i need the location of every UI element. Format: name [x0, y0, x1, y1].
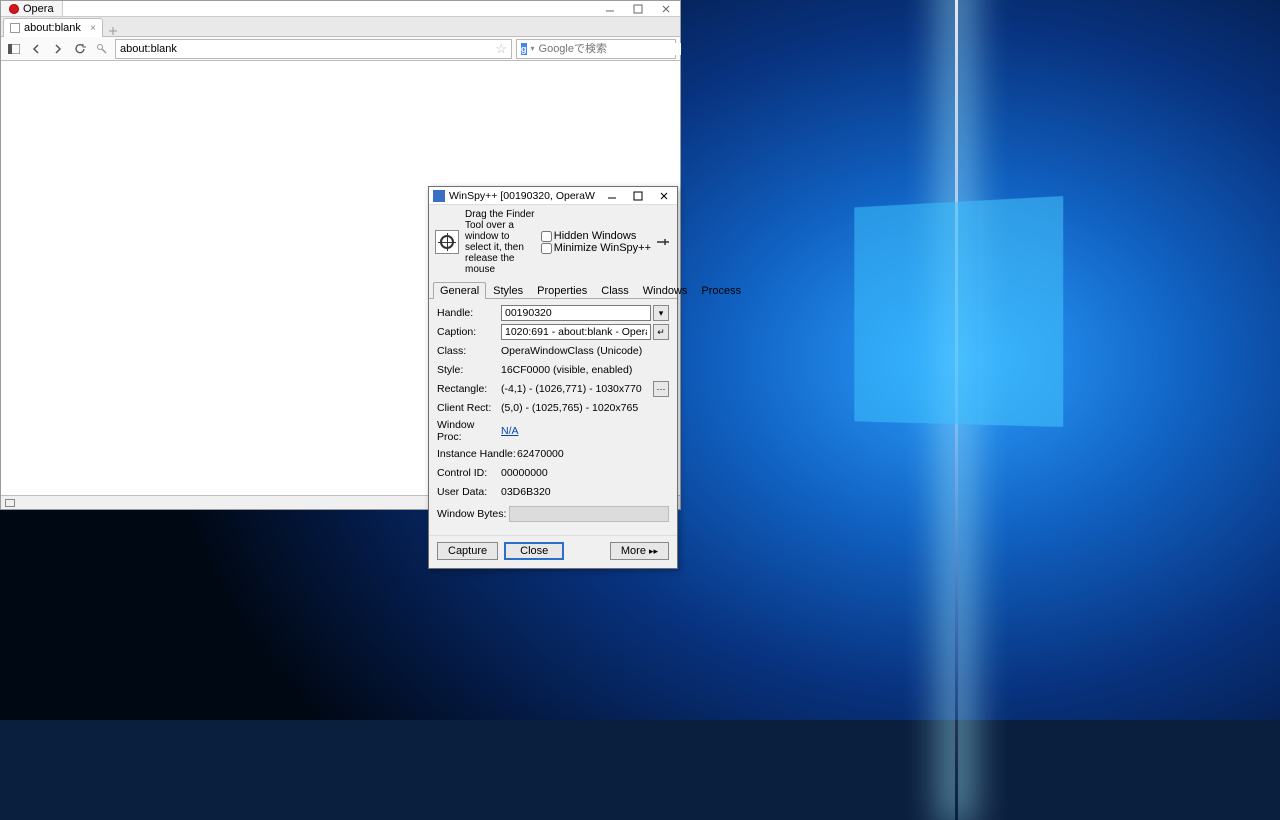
hidden-windows-checkbox[interactable]: Hidden Windows: [541, 230, 651, 242]
input-handle[interactable]: [501, 305, 651, 321]
winspy-app-icon: [433, 190, 445, 202]
bookmark-star-icon[interactable]: ☆: [495, 41, 507, 57]
minimize-button[interactable]: [596, 1, 624, 16]
new-tab-button[interactable]: [103, 26, 123, 36]
label-clientrect: Client Rect:: [437, 402, 501, 414]
maximize-button[interactable]: [624, 1, 652, 16]
search-input[interactable]: [539, 43, 681, 55]
winspy-body: Handle: ▾ Caption: ↵ Class: OperaWindowC…: [429, 299, 677, 531]
label-class: Class:: [437, 345, 501, 357]
value-windowproc-link[interactable]: N/A: [501, 425, 519, 437]
reload-icon: [74, 43, 86, 55]
winspy-titlebar[interactable]: WinSpy++ [00190320, OperaWindowCl...: [429, 187, 677, 205]
google-icon: g: [521, 43, 527, 55]
label-windowproc: Window Proc:: [437, 419, 501, 443]
label-instancehandle: Instance Handle:: [437, 448, 517, 460]
finder-instructions: Drag the Finder Tool over a window to se…: [465, 209, 535, 275]
address-bar[interactable]: ☆: [115, 39, 512, 59]
tab-process[interactable]: Process: [694, 282, 748, 299]
winspy-minimize-button[interactable]: [599, 187, 625, 205]
label-caption: Caption:: [437, 326, 501, 338]
tab-aboutblank[interactable]: about:blank ×: [3, 18, 103, 37]
value-rectangle: (-4,1) - (1026,771) - 1030x770: [501, 383, 651, 395]
winspy-tabs: General Styles Properties Class Windows …: [429, 281, 677, 299]
finder-row: Drag the Finder Tool over a window to se…: [429, 205, 677, 279]
winspy-close-button[interactable]: [651, 187, 677, 205]
reload-button[interactable]: [71, 40, 89, 58]
label-rectangle: Rectangle:: [437, 383, 501, 395]
capture-button[interactable]: Capture: [437, 542, 498, 560]
status-view-icon[interactable]: [5, 499, 15, 507]
tab-close-icon[interactable]: ×: [90, 23, 96, 34]
handle-dropdown-button[interactable]: ▾: [653, 305, 669, 321]
minimize-winspy-checkbox[interactable]: Minimize WinSpy++: [541, 242, 651, 254]
value-style: 16CF0000 (visible, enabled): [501, 364, 632, 376]
opera-menu-button[interactable]: Opera: [1, 1, 63, 17]
pin-button[interactable]: [657, 237, 671, 247]
windows-logo: [840, 200, 1140, 500]
close-button[interactable]: [652, 1, 680, 16]
tab-general[interactable]: General: [433, 282, 486, 299]
close-button[interactable]: Close: [504, 542, 564, 560]
arrow-left-icon: [31, 44, 41, 54]
value-userdata: 03D6B320: [501, 486, 551, 498]
dropdown-icon[interactable]: ▾: [531, 44, 535, 53]
windowbytes-dropdown[interactable]: [509, 506, 669, 522]
home-button[interactable]: [93, 40, 111, 58]
finder-tool[interactable]: [435, 230, 459, 254]
crosshair-icon: [440, 235, 454, 249]
tab-properties[interactable]: Properties: [530, 282, 594, 299]
tab-styles[interactable]: Styles: [486, 282, 530, 299]
label-handle: Handle:: [437, 307, 501, 319]
chevron-right-icon: ▸▸: [649, 546, 658, 557]
panel-icon: [8, 44, 20, 54]
tab-bar: about:blank ×: [1, 17, 680, 37]
key-icon: [96, 43, 108, 55]
value-clientrect: (5,0) - (1025,765) - 1020x765: [501, 402, 638, 414]
toolbar: ☆ g ▾: [1, 37, 680, 61]
caption-go-button[interactable]: ↵: [653, 324, 669, 340]
tab-label: about:blank: [24, 22, 81, 34]
winspy-maximize-button[interactable]: [625, 187, 651, 205]
label-controlid: Control ID:: [437, 467, 501, 479]
pin-icon: [657, 237, 671, 247]
winspy-window: WinSpy++ [00190320, OperaWindowCl... Dra…: [428, 186, 678, 569]
winspy-title-text: WinSpy++ [00190320, OperaWindowCl...: [449, 190, 595, 202]
forward-button[interactable]: [49, 40, 67, 58]
panel-toggle-button[interactable]: [5, 40, 23, 58]
search-bar[interactable]: g ▾: [516, 39, 676, 59]
value-controlid: 00000000: [501, 467, 548, 479]
titlebar-drag-area[interactable]: [63, 1, 596, 17]
label-style: Style:: [437, 364, 501, 376]
tab-class[interactable]: Class: [594, 282, 636, 299]
label-userdata: User Data:: [437, 486, 501, 498]
winspy-footer: Capture Close More ▸▸: [429, 535, 677, 568]
label-windowbytes: Window Bytes:: [437, 508, 509, 520]
rectangle-more-button[interactable]: ⋯: [653, 381, 669, 397]
more-button[interactable]: More ▸▸: [610, 542, 669, 560]
plus-icon: [108, 26, 118, 36]
arrow-right-icon: [53, 44, 63, 54]
back-button[interactable]: [27, 40, 45, 58]
opera-logo-icon: [9, 4, 19, 14]
tab-windows[interactable]: Windows: [636, 282, 695, 299]
address-input[interactable]: [120, 43, 491, 55]
value-class: OperaWindowClass (Unicode): [501, 345, 642, 357]
opera-titlebar: Opera: [1, 1, 680, 17]
page-icon: [10, 23, 20, 33]
input-caption[interactable]: [501, 324, 651, 340]
value-instancehandle: 62470000: [517, 448, 564, 460]
opera-app-title: Opera: [23, 3, 54, 15]
